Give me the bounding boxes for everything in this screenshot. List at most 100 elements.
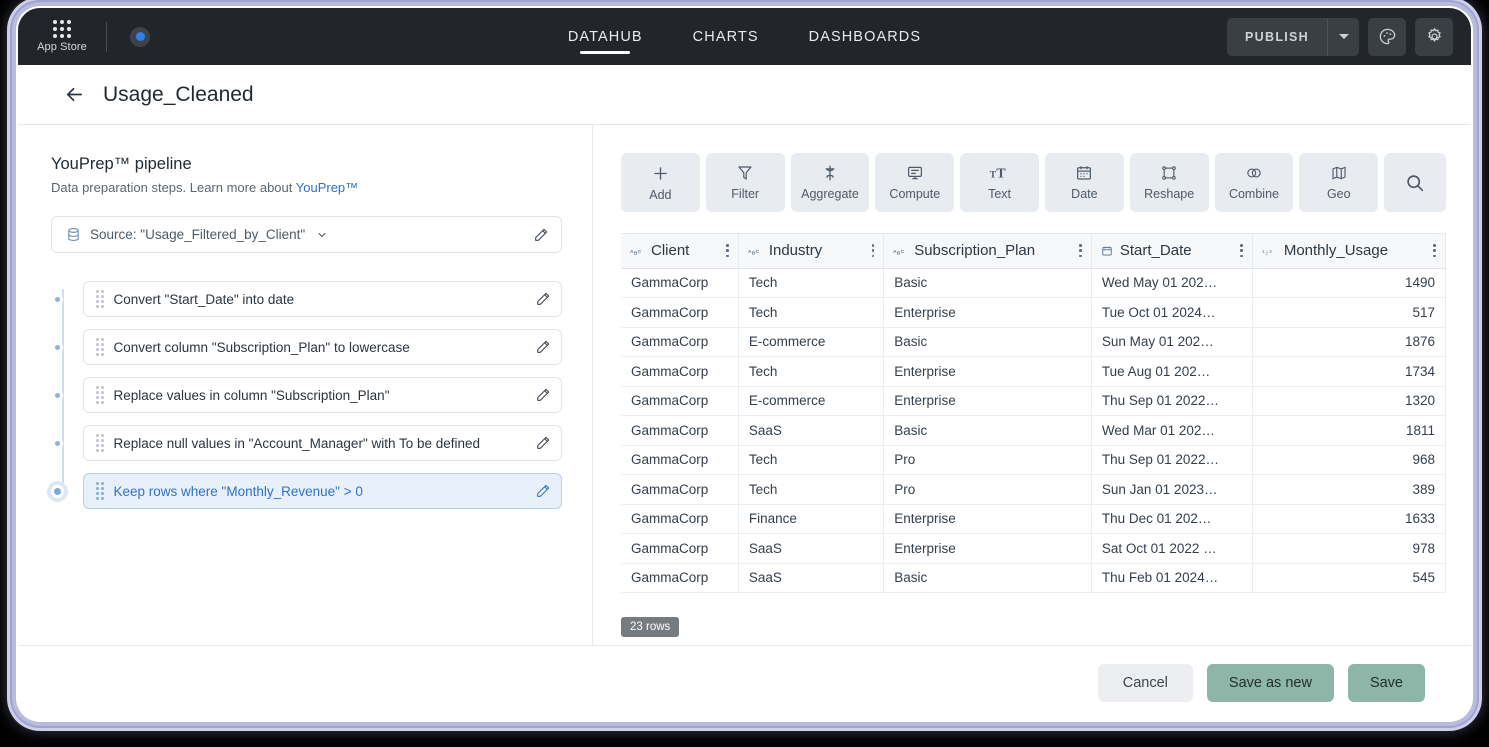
cancel-button[interactable]: Cancel [1097,664,1193,702]
back-button[interactable] [63,83,86,106]
database-icon [68,228,79,241]
drag-handle-icon[interactable] [96,386,104,404]
status-indicator-button[interactable] [130,26,150,47]
table-row[interactable]: GammaCorp SaaS Enterprise Sat Oct 01 202… [621,533,1446,564]
table-row[interactable]: GammaCorp Tech Pro Thu Sep 01 2022… 968 [621,445,1446,475]
toolbar-reshape-button[interactable]: Reshape [1129,153,1209,212]
cell-monthly-usage: 517 [1252,297,1446,328]
drag-handle-icon[interactable] [96,338,104,356]
app-store-label: App Store [37,41,87,53]
step-bullet-icon [52,341,63,353]
toolbar-date-button[interactable]: Date [1044,153,1124,212]
youprep-link[interactable]: YouPrep™ [296,180,358,195]
column-header-industry[interactable]: ABC Industry [738,234,885,269]
drag-handle-icon[interactable] [96,290,104,308]
cell-subscription-plan: Basic [883,268,1092,298]
app-store-button[interactable]: App Store [18,20,106,53]
pipeline-step-selected[interactable]: Keep rows where "Monthly_Revenue" > 0 [51,473,562,509]
combine-icon [1247,168,1261,178]
table-bottom-fade [621,611,1446,645]
drag-handle-icon[interactable] [96,434,104,452]
cell-client: GammaCorp [621,327,739,357]
cell-subscription-plan: Pro [883,474,1092,505]
tab-datahub[interactable]: DATAHUB [568,8,643,65]
save-button[interactable]: Save [1347,664,1425,702]
toolbar-filter-label: Filter [731,187,760,201]
toolbar-text-button[interactable]: T T Text [960,153,1039,212]
table-row[interactable]: GammaCorp SaaS Basic Wed Mar 01 202… 181… [621,415,1446,446]
step-edit-button[interactable] [535,291,551,307]
toolbar-compute-button[interactable]: Compute [875,153,955,212]
toolbar-search-button[interactable] [1384,153,1447,212]
toolbar-filter-button[interactable]: Filter [705,153,785,212]
toolbar-aggregate-button[interactable]: Aggregate [790,153,870,212]
source-selector[interactable]: Source: "Usage_Filtered_by_Client" [51,216,562,253]
save-as-new-button[interactable]: Save as new [1206,664,1334,702]
cell-industry: SaaS [738,533,885,564]
column-header-monthly-usage[interactable]: 123 Monthly_Usage [1252,234,1446,269]
table-row[interactable]: GammaCorp Finance Enterprise Thu Dec 01 … [621,504,1446,534]
number-type-icon: 123 [1262,246,1277,256]
pipeline-step-label: Convert "Start_Date" into date [113,291,295,307]
cell-monthly-usage: 1811 [1252,415,1446,446]
toolbar-combine-button[interactable]: Combine [1214,153,1294,212]
pipeline-step[interactable]: Replace null values in "Account_Manager"… [52,425,562,461]
table-row[interactable]: GammaCorp Tech Enterprise Tue Oct 01 202… [621,297,1446,328]
toolbar-geo-button[interactable]: Geo [1299,153,1379,212]
table-row[interactable]: GammaCorp Tech Pro Sun Jan 01 2023… 389 [621,474,1446,505]
pencil-icon [537,388,550,401]
cell-subscription-plan: Enterprise [883,356,1092,387]
pipeline-step[interactable]: Convert column "Subscription_Plan" to lo… [52,329,562,365]
table-row[interactable]: GammaCorp E-commerce Basic Sun May 01 20… [621,327,1446,357]
column-menu-button[interactable] [1433,244,1436,258]
table-row[interactable]: GammaCorp Tech Basic Wed May 01 202… 149… [621,268,1446,298]
publish-button[interactable]: PUBLISH [1227,17,1327,56]
cell-industry: E-commerce [738,386,885,416]
pipeline-step[interactable]: Replace values in column "Subscription_P… [52,377,562,413]
step-edit-button[interactable] [535,339,551,355]
step-edit-button[interactable] [535,387,551,403]
column-header-label: Start_Date [1119,242,1192,260]
column-header-start-date[interactable]: Start_Date [1091,234,1253,269]
palette-icon [1379,28,1395,45]
table-row[interactable]: GammaCorp E-commerce Enterprise Thu Sep … [621,386,1446,416]
chevron-down-icon [1338,34,1349,39]
publish-button-group: PUBLISH [1227,17,1359,56]
cell-start-date: Thu Dec 01 202… [1091,504,1253,534]
column-header-client[interactable]: ABC Client [621,234,739,269]
table-row[interactable]: GammaCorp Tech Enterprise Tue Aug 01 202… [621,356,1446,387]
row-count-badge: 23 rows [621,617,680,637]
step-edit-button[interactable] [535,483,551,499]
pencil-icon [537,340,550,353]
tab-charts[interactable]: CHARTS [693,8,759,65]
column-menu-button[interactable] [1079,244,1082,258]
data-table-container[interactable]: ABC Client ABC Industry A B C Subscripti… [621,233,1446,645]
cell-client: GammaCorp [621,297,739,328]
column-menu-button[interactable] [871,244,875,258]
column-menu-button[interactable] [726,244,729,258]
publish-dropdown-button[interactable] [1327,17,1359,56]
theme-button[interactable] [1368,17,1406,56]
page-header: Usage_Cleaned [18,65,1471,125]
tab-dashboards[interactable]: DASHBOARDS [809,8,922,65]
settings-button[interactable] [1415,17,1453,56]
chevron-down-icon [318,232,326,237]
cell-subscription-plan: Basic [883,563,1092,593]
cell-client: GammaCorp [621,474,739,505]
step-edit-button[interactable] [535,435,551,451]
pipeline-step[interactable]: Convert "Start_Date" into date [52,281,562,317]
column-header-subscription-plan[interactable]: ABC Subscription_Plan [883,234,1092,269]
source-edit-button[interactable] [533,227,549,243]
toolbar-text-label: Text [988,187,1012,201]
cell-monthly-usage: 1320 [1252,386,1446,416]
column-menu-button[interactable] [1240,244,1243,258]
tab-datahub-label: DATAHUB [567,28,643,45]
app-window: App Store DATAHUB CHARTS DASHBOARDS PUBL… [18,8,1471,720]
toolbar-add-button[interactable]: Add [621,153,700,212]
toolbar-add-label: Add [649,187,672,202]
cell-client: GammaCorp [621,504,739,534]
cell-subscription-plan: Basic [883,415,1092,446]
cell-industry: Finance [738,504,885,534]
drag-handle-icon[interactable] [96,482,104,500]
table-row[interactable]: GammaCorp SaaS Basic Thu Feb 01 2024… 54… [621,563,1446,593]
